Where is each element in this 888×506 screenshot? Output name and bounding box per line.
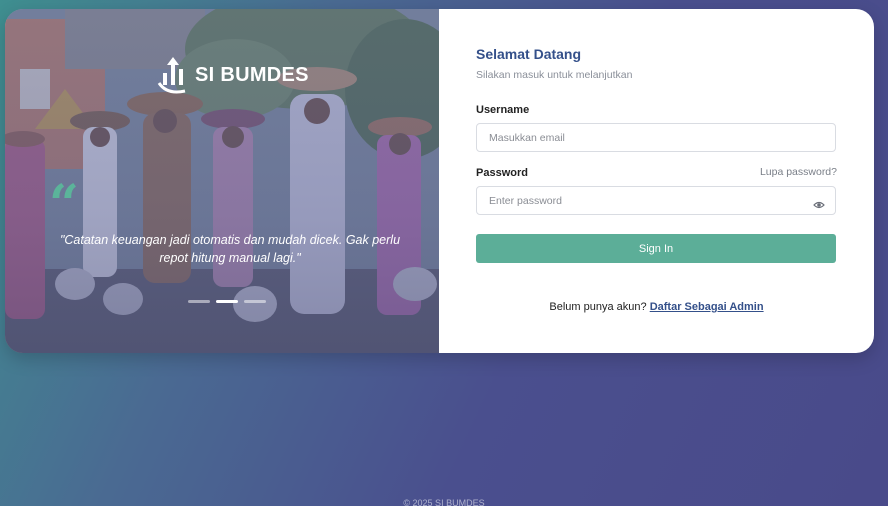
sign-in-button[interactable]: Sign In bbox=[476, 234, 836, 263]
forgot-password-link[interactable]: Lupa password? bbox=[760, 166, 837, 178]
welcome-title: Selamat Datang bbox=[476, 46, 582, 62]
carousel-dot-active[interactable] bbox=[216, 300, 238, 303]
eye-icon[interactable] bbox=[813, 199, 825, 211]
username-label: Username bbox=[476, 104, 530, 116]
username-input[interactable] bbox=[476, 123, 836, 152]
hero-quote: "Catatan keuangan jadi otomatis dan muda… bbox=[59, 233, 401, 265]
quote-icon: “ bbox=[49, 174, 79, 235]
carousel-dot[interactable] bbox=[244, 300, 266, 303]
login-card: SI BUMDES “ "Catatan keuangan jadi otoma… bbox=[5, 9, 874, 353]
brand-name: SI BUMDES bbox=[195, 63, 309, 86]
hero-panel: SI BUMDES “ "Catatan keuangan jadi otoma… bbox=[5, 9, 439, 353]
register-prompt-text: Belum punya akun? bbox=[549, 301, 650, 313]
carousel-dot[interactable] bbox=[188, 300, 210, 303]
password-label: Password bbox=[476, 167, 528, 179]
carousel-indicators bbox=[188, 300, 266, 303]
brand-logo: SI BUMDES bbox=[157, 55, 309, 95]
password-input[interactable] bbox=[476, 186, 836, 215]
bar-chart-arrow-icon bbox=[157, 57, 186, 94]
register-admin-link[interactable]: Daftar Sebagai Admin bbox=[650, 301, 764, 313]
welcome-subtitle: Silakan masuk untuk melanjutkan bbox=[476, 69, 633, 81]
footer-copyright: © 2025 SI BUMDES bbox=[403, 498, 485, 506]
register-prompt: Belum punya akun? Daftar Sebagai Admin bbox=[439, 301, 874, 313]
login-form-panel: Selamat Datang Silakan masuk untuk melan… bbox=[439, 9, 874, 353]
